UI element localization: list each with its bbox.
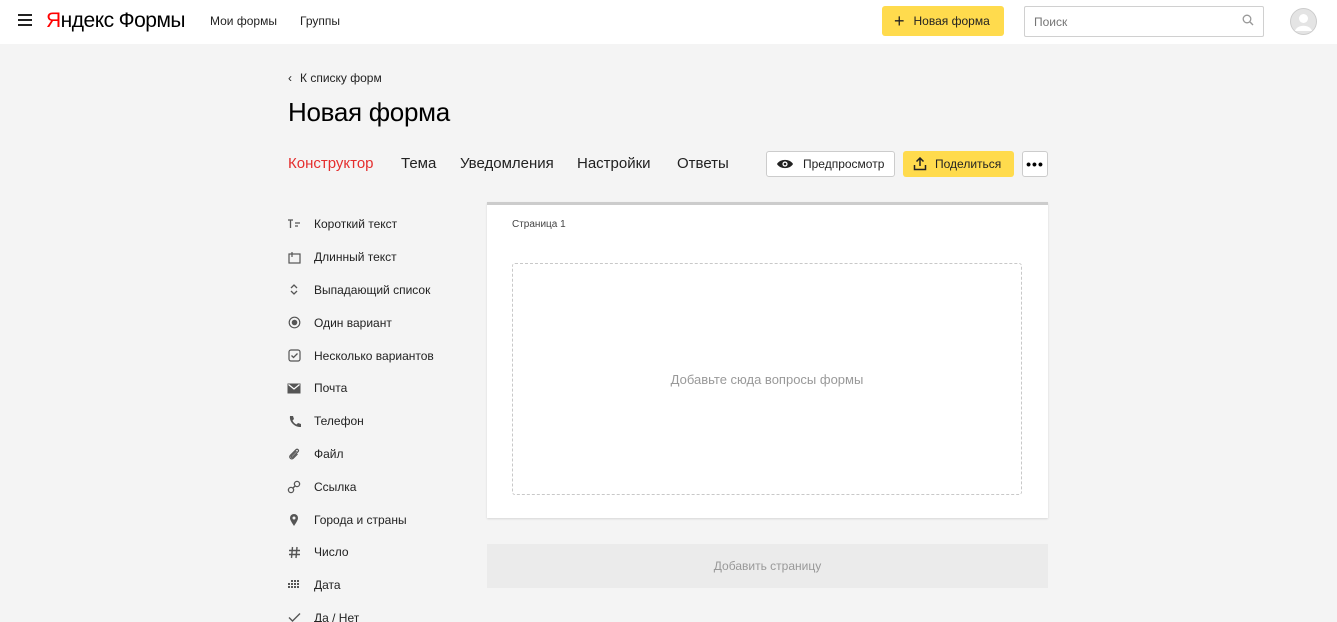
sidebar-item-long-text[interactable]: Длинный текст xyxy=(286,241,466,274)
tab-notifications[interactable]: Уведомления xyxy=(460,155,554,172)
logo[interactable]: Яндекс Формы xyxy=(46,9,185,33)
sidebar-item-label: Несколько вариантов xyxy=(314,348,434,363)
share-button[interactable]: Поделиться xyxy=(903,151,1014,177)
sidebar-item-date[interactable]: Дата xyxy=(286,569,466,602)
logo-letter: Я xyxy=(46,9,61,32)
new-form-label: Новая форма xyxy=(913,14,990,28)
eye-icon xyxy=(777,159,793,169)
calendar-grid-icon xyxy=(286,577,302,593)
page-label: Страница 1 xyxy=(512,219,566,230)
sidebar-item-label: Выпадающий список xyxy=(314,282,431,297)
user-icon xyxy=(1290,8,1317,35)
sidebar-item-yes-no[interactable]: Да / Нет xyxy=(286,602,466,622)
back-link-label: К списку форм xyxy=(300,71,382,85)
menu-icon[interactable] xyxy=(18,14,32,28)
back-link[interactable]: ‹ К списку форм xyxy=(288,71,382,85)
long-text-icon xyxy=(286,249,302,265)
avatar[interactable] xyxy=(1290,8,1317,35)
sidebar-item-label: Дата xyxy=(314,578,341,593)
sidebar-item-label: Ссылка xyxy=(314,479,357,494)
sidebar-item-number[interactable]: Число xyxy=(286,536,466,569)
more-dots-icon: ••• xyxy=(1026,156,1044,172)
sidebar-item-label: Длинный текст xyxy=(314,250,397,265)
tab-settings[interactable]: Настройки xyxy=(577,155,651,172)
sidebar-item-multiple-choice[interactable]: Несколько вариантов xyxy=(286,339,466,372)
question-dropzone[interactable]: Добавьте сюда вопросы формы xyxy=(512,263,1022,495)
phone-icon xyxy=(286,413,302,429)
nav-my-forms[interactable]: Мои формы xyxy=(210,14,277,28)
plus-icon: + xyxy=(894,11,905,31)
search-input[interactable] xyxy=(1024,6,1264,37)
nav-groups[interactable]: Группы xyxy=(300,14,340,28)
sidebar-item-label: Телефон xyxy=(314,414,364,429)
sidebar-item-phone[interactable]: Телефон xyxy=(286,405,466,438)
dropdown-icon xyxy=(286,282,302,298)
hash-icon xyxy=(286,544,302,560)
mail-icon xyxy=(286,380,302,396)
link-icon xyxy=(286,479,302,495)
sidebar-item-label: Короткий текст xyxy=(314,217,398,232)
top-header: Яндекс Формы Мои формы Группы + Новая фор… xyxy=(0,0,1337,44)
location-pin-icon xyxy=(286,512,302,528)
search-icon[interactable] xyxy=(1242,14,1254,26)
add-page-button[interactable]: Добавить страницу xyxy=(487,544,1048,588)
sidebar-item-dropdown[interactable]: Выпадающий список xyxy=(286,274,466,307)
sidebar-item-link[interactable]: Ссылка xyxy=(286,470,466,503)
preview-label: Предпросмотр xyxy=(803,157,885,171)
tab-constructor[interactable]: Конструктор xyxy=(288,155,374,172)
share-label: Поделиться xyxy=(935,157,1002,171)
checkbox-icon xyxy=(286,348,302,364)
short-text-icon xyxy=(286,216,302,232)
logo-yandex: ндекс xyxy=(60,9,114,32)
add-page-label: Добавить страницу xyxy=(713,559,822,573)
sidebar-item-file[interactable]: Файл xyxy=(286,438,466,471)
sidebar-item-label: Почта xyxy=(314,381,348,396)
tab-answers[interactable]: Ответы xyxy=(677,155,729,172)
checkmark-icon xyxy=(286,610,302,622)
sidebar-item-cities[interactable]: Города и страны xyxy=(286,503,466,536)
question-type-sidebar: Короткий текст Длинный текст Выпадающий … xyxy=(286,208,466,622)
sidebar-item-label: Число xyxy=(314,545,349,560)
more-options-button[interactable]: ••• xyxy=(1022,151,1048,177)
chevron-left-icon: ‹ xyxy=(288,71,292,85)
sidebar-item-label: Города и страны xyxy=(314,512,407,527)
form-page-card: Страница 1 Добавьте сюда вопросы формы xyxy=(487,202,1048,518)
sidebar-item-single-choice[interactable]: Один вариант xyxy=(286,306,466,339)
tab-theme[interactable]: Тема xyxy=(401,155,436,172)
radio-icon xyxy=(286,315,302,331)
logo-product: Формы xyxy=(118,9,186,32)
new-form-button[interactable]: + Новая форма xyxy=(882,6,1004,36)
sidebar-item-label: Да / Нет xyxy=(314,610,360,622)
dropzone-hint: Добавьте сюда вопросы формы xyxy=(670,371,864,387)
sidebar-item-short-text[interactable]: Короткий текст xyxy=(286,208,466,241)
sidebar-item-label: Файл xyxy=(314,446,344,461)
upload-icon xyxy=(913,157,927,171)
sidebar-item-label: Один вариант xyxy=(314,315,392,330)
page-title: Новая форма xyxy=(288,97,450,127)
preview-button[interactable]: Предпросмотр xyxy=(766,151,895,177)
paperclip-icon xyxy=(286,446,302,462)
sidebar-item-email[interactable]: Почта xyxy=(286,372,466,405)
